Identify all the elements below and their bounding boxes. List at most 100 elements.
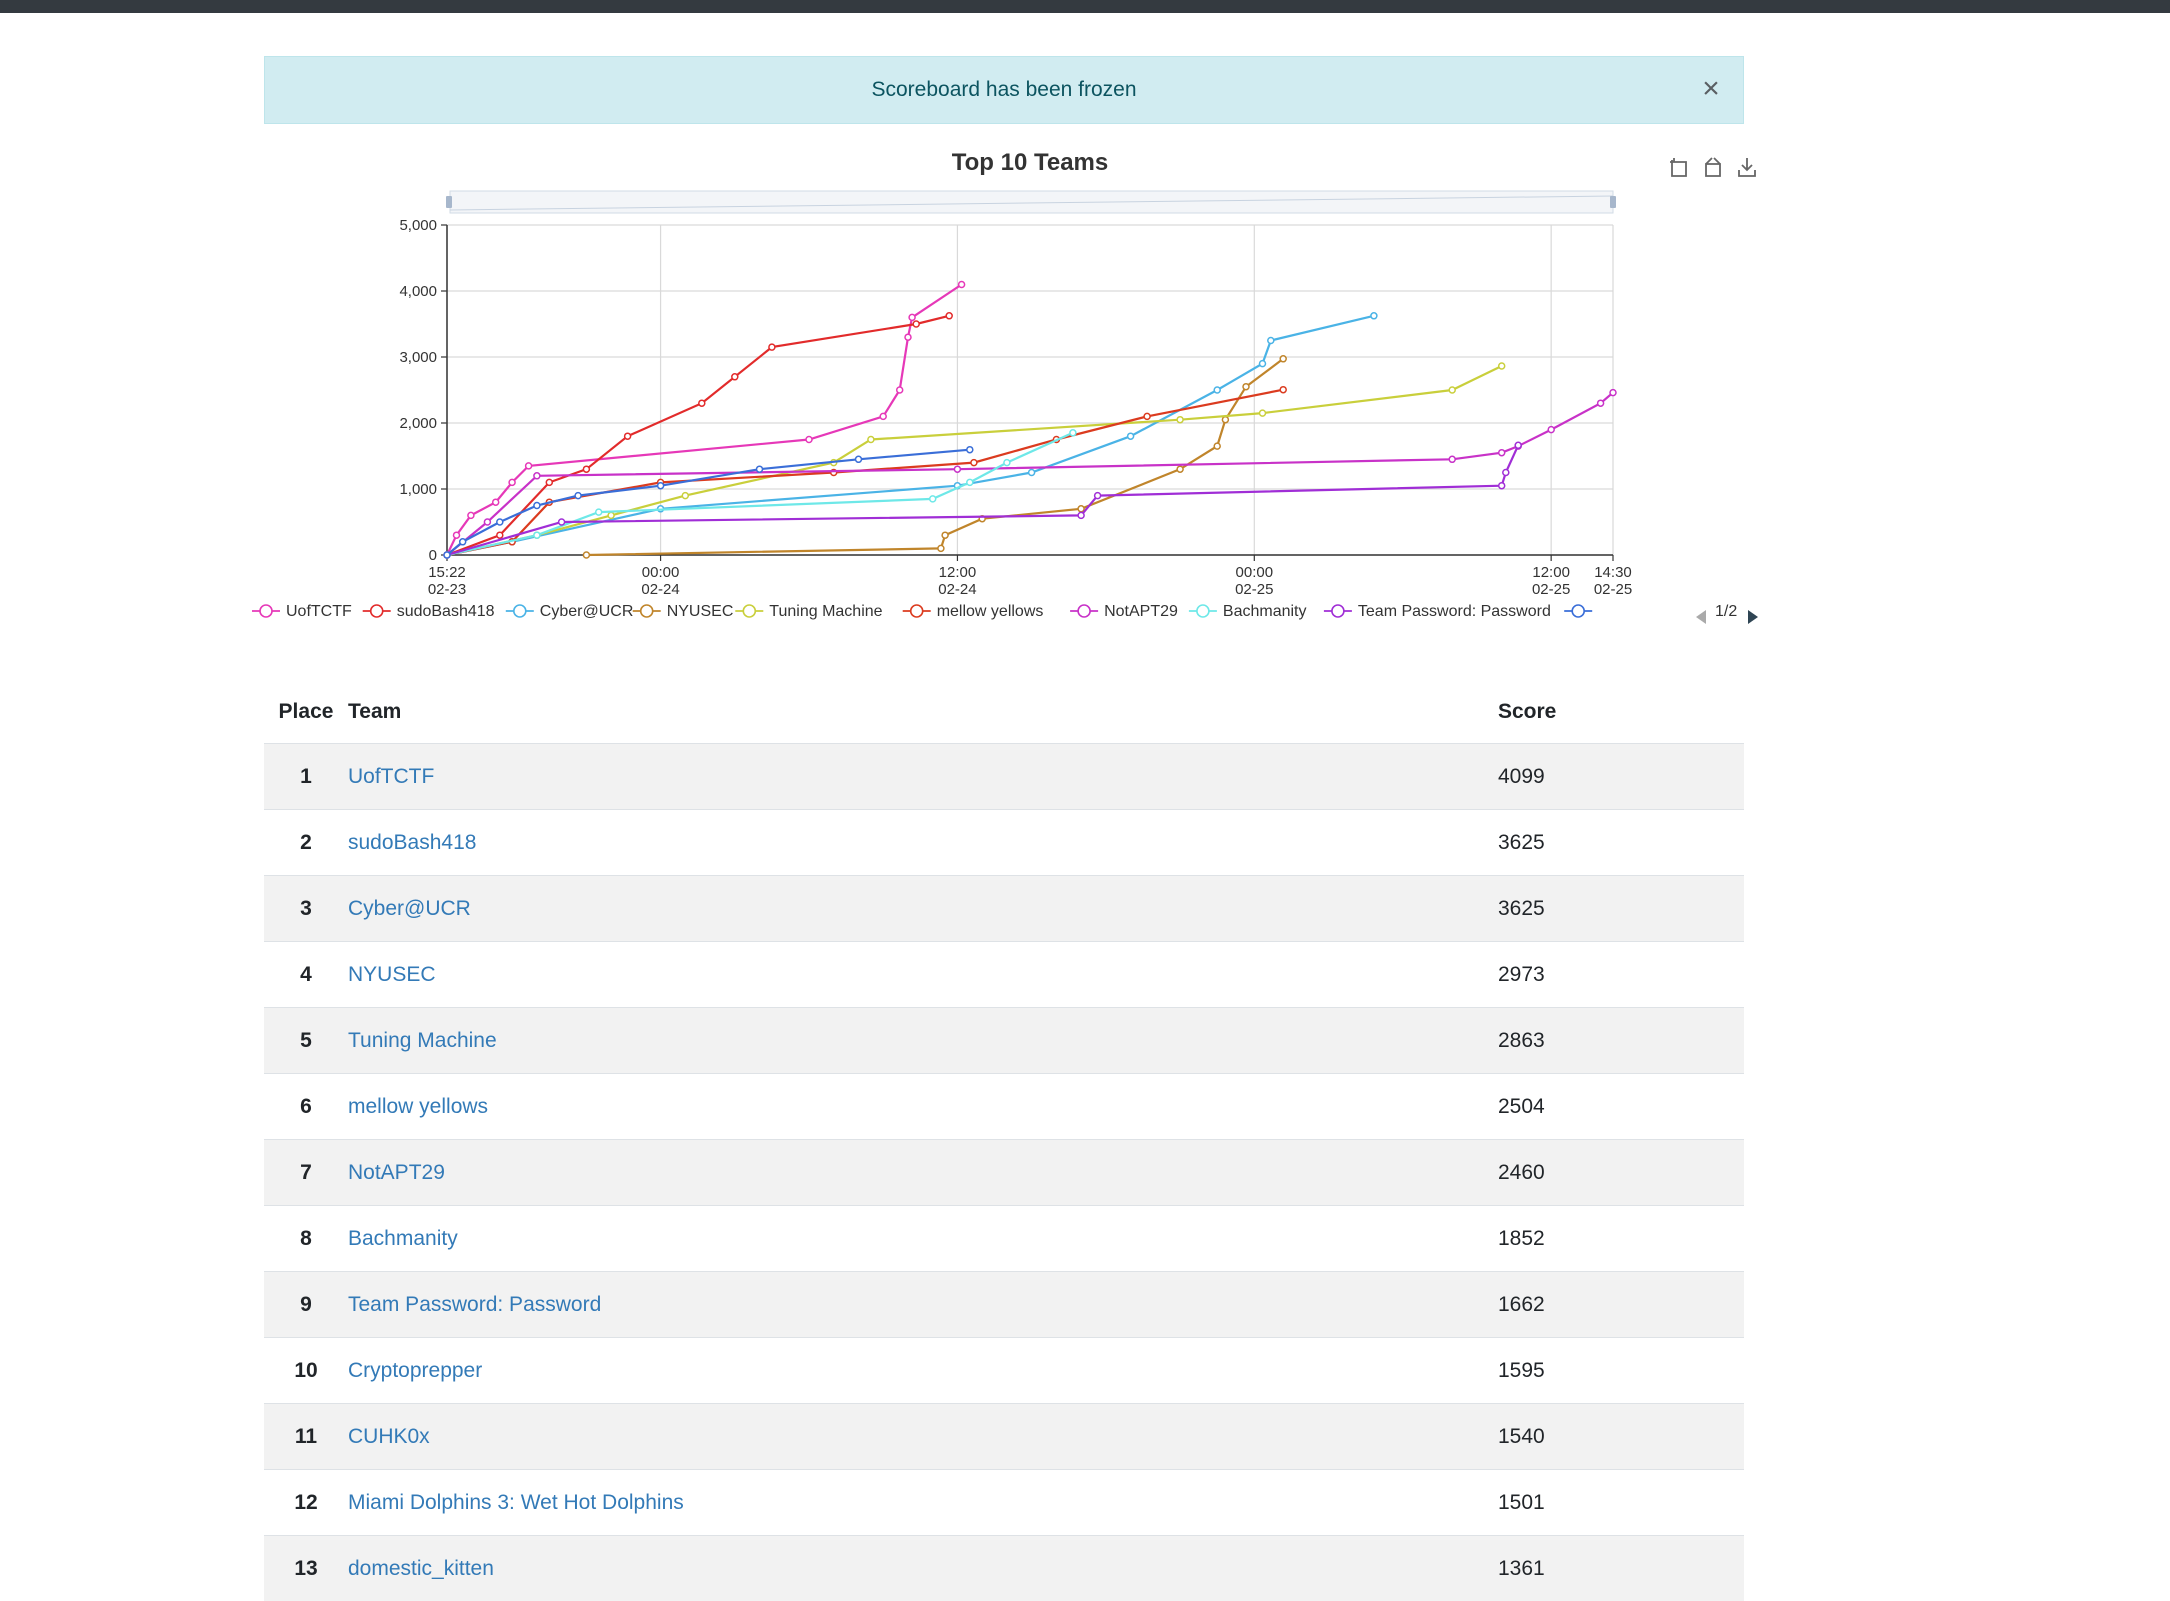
data-point[interactable] — [534, 503, 540, 509]
legend-label[interactable]: UofTCTF — [286, 603, 352, 620]
zoom-slider-track[interactable] — [450, 191, 1613, 213]
data-point[interactable] — [946, 313, 952, 319]
legend-marker[interactable] — [1197, 605, 1209, 617]
data-point[interactable] — [1499, 450, 1505, 456]
zoom-icon[interactable] — [1670, 158, 1686, 176]
data-point[interactable] — [509, 479, 515, 485]
team-link[interactable]: Team Password: Password — [348, 1293, 601, 1316]
data-point[interactable] — [942, 532, 948, 538]
data-point[interactable] — [1598, 400, 1604, 406]
data-point[interactable] — [1070, 430, 1076, 436]
legend-marker[interactable] — [743, 605, 755, 617]
team-link[interactable]: sudoBash418 — [348, 831, 476, 854]
legend-next-icon[interactable] — [1748, 610, 1758, 624]
data-point[interactable] — [1029, 470, 1035, 476]
data-point[interactable] — [1449, 387, 1455, 393]
data-point[interactable] — [1078, 512, 1084, 518]
data-point[interactable] — [1280, 387, 1286, 393]
data-point[interactable] — [468, 512, 474, 518]
legend-marker[interactable] — [1332, 605, 1344, 617]
legend-label[interactable]: sudoBash418 — [397, 603, 495, 620]
legend-marker[interactable] — [911, 605, 923, 617]
data-point[interactable] — [608, 512, 614, 518]
data-point[interactable] — [757, 466, 763, 472]
data-point[interactable] — [1078, 506, 1084, 512]
team-link[interactable]: CUHK0x — [348, 1425, 430, 1448]
data-point[interactable] — [930, 496, 936, 502]
data-point[interactable] — [880, 413, 886, 419]
team-link[interactable]: Cyber@UCR — [348, 897, 471, 920]
close-icon[interactable]: × — [1695, 71, 1727, 107]
data-point[interactable] — [583, 466, 589, 472]
data-point[interactable] — [897, 387, 903, 393]
data-point[interactable] — [1371, 313, 1377, 319]
legend-label[interactable]: NotAPT29 — [1104, 603, 1178, 620]
team-link[interactable]: UofTCTF — [348, 765, 434, 788]
data-point[interactable] — [534, 473, 540, 479]
zoom-handle-left[interactable] — [446, 196, 452, 208]
data-point[interactable] — [1177, 466, 1183, 472]
data-point[interactable] — [1515, 442, 1521, 448]
legend-label[interactable]: Tuning Machine — [769, 603, 882, 620]
legend-label[interactable]: Bachmanity — [1223, 603, 1307, 620]
data-point[interactable] — [546, 479, 552, 485]
data-point[interactable] — [484, 519, 490, 525]
data-point[interactable] — [559, 519, 565, 525]
data-point[interactable] — [1449, 456, 1455, 462]
team-link[interactable]: Miami Dolphins 3: Wet Hot Dolphins — [348, 1491, 684, 1514]
data-point[interactable] — [1260, 410, 1266, 416]
team-link[interactable]: Cryptoprepper — [348, 1359, 482, 1382]
data-point[interactable] — [913, 321, 919, 327]
legend-marker[interactable] — [641, 605, 653, 617]
data-point[interactable] — [1214, 387, 1220, 393]
legend-prev-icon[interactable] — [1696, 610, 1706, 624]
legend-marker[interactable] — [260, 605, 272, 617]
team-link[interactable]: NYUSEC — [348, 963, 436, 986]
data-point[interactable] — [534, 532, 540, 538]
data-point[interactable] — [1214, 443, 1220, 449]
data-point[interactable] — [658, 483, 664, 489]
team-link[interactable]: NotAPT29 — [348, 1161, 445, 1184]
legend-label[interactable]: mellow yellows — [937, 603, 1044, 620]
data-point[interactable] — [868, 437, 874, 443]
team-link[interactable]: mellow yellows — [348, 1095, 488, 1118]
team-link[interactable]: domestic_kitten — [348, 1557, 494, 1580]
data-point[interactable] — [1144, 413, 1150, 419]
data-point[interactable] — [460, 539, 466, 545]
data-point[interactable] — [769, 344, 775, 350]
data-point[interactable] — [526, 463, 532, 469]
data-point[interactable] — [967, 447, 973, 453]
legend-marker[interactable] — [1572, 605, 1584, 617]
legend-marker[interactable] — [1078, 605, 1090, 617]
team-link[interactable]: Tuning Machine — [348, 1029, 497, 1052]
data-point[interactable] — [596, 509, 602, 515]
data-point[interactable] — [1004, 460, 1010, 466]
data-point[interactable] — [959, 282, 965, 288]
data-point[interactable] — [905, 334, 911, 340]
data-point[interactable] — [909, 314, 915, 320]
data-point[interactable] — [493, 499, 499, 505]
data-point[interactable] — [1222, 417, 1228, 423]
data-point[interactable] — [625, 433, 631, 439]
download-icon[interactable] — [1739, 158, 1755, 176]
data-point[interactable] — [1499, 363, 1505, 369]
data-point[interactable] — [1280, 356, 1286, 362]
data-point[interactable] — [856, 456, 862, 462]
data-point[interactable] — [806, 437, 812, 443]
data-point[interactable] — [967, 479, 973, 485]
data-point[interactable] — [1095, 493, 1101, 499]
data-point[interactable] — [1610, 390, 1616, 396]
data-point[interactable] — [1503, 470, 1509, 476]
data-point[interactable] — [954, 466, 960, 472]
data-point[interactable] — [575, 493, 581, 499]
data-point[interactable] — [971, 460, 977, 466]
data-point[interactable] — [1128, 433, 1134, 439]
zoom-reset-icon[interactable] — [1706, 158, 1720, 176]
data-point[interactable] — [497, 519, 503, 525]
legend-label[interactable]: Team Password: Password — [1358, 603, 1551, 620]
data-point[interactable] — [1499, 483, 1505, 489]
legend-marker[interactable] — [371, 605, 383, 617]
data-point[interactable] — [1268, 338, 1274, 344]
data-point[interactable] — [682, 493, 688, 499]
data-point[interactable] — [454, 532, 460, 538]
